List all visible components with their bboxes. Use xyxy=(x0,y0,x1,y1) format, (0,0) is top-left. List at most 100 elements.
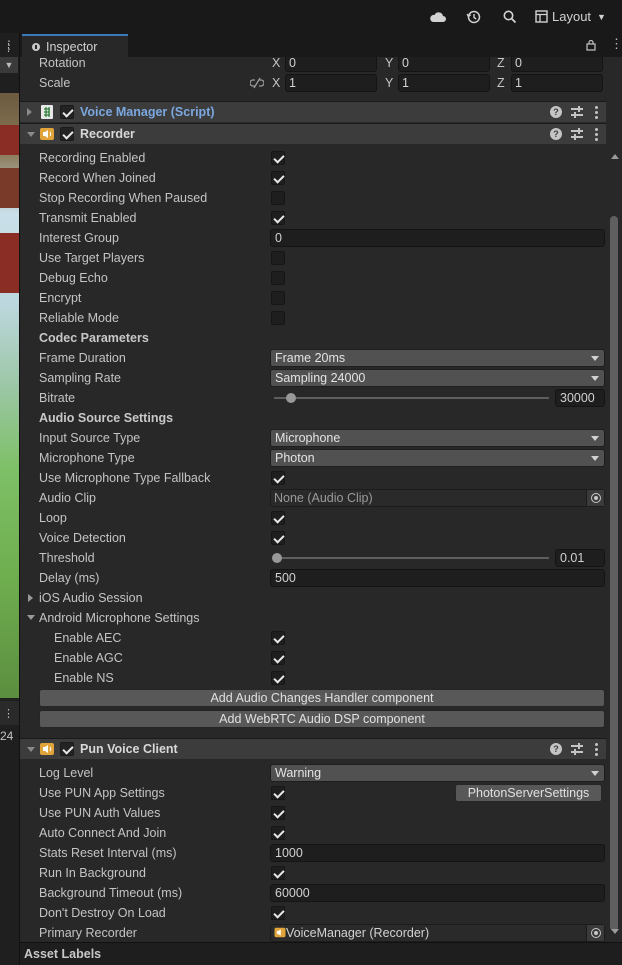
component-header-recorder[interactable]: Recorder ? xyxy=(20,123,606,144)
presets-icon[interactable] xyxy=(571,106,583,118)
photon-server-settings-button[interactable]: PhotonServerSettings xyxy=(455,784,602,802)
lock-icon[interactable] xyxy=(586,39,596,51)
inspector-scrollbar[interactable] xyxy=(608,154,620,937)
encrypt-checkbox[interactable] xyxy=(271,291,285,305)
scale-z-field[interactable]: 1 xyxy=(511,74,603,92)
link-icon[interactable] xyxy=(250,77,264,89)
asset-labels-bar[interactable]: Asset Labels xyxy=(20,942,622,965)
tab-menu-icon[interactable]: ⋮ xyxy=(610,37,622,51)
property-label: Enable AEC xyxy=(54,631,122,645)
stop-recording-when-paused-checkbox[interactable] xyxy=(271,191,285,205)
bitrate-field[interactable]: 30000 xyxy=(555,389,605,407)
frame-duration-dropdown[interactable]: Frame 20ms xyxy=(270,349,605,367)
microphone-type-dropdown[interactable]: Photon xyxy=(270,449,605,467)
chevron-down-icon[interactable]: ▼ xyxy=(0,57,18,73)
component-enabled-checkbox[interactable] xyxy=(60,127,74,141)
axis-y-label: Y xyxy=(385,76,394,90)
background-timeout-field[interactable]: 60000 xyxy=(270,884,605,902)
object-picker-icon[interactable] xyxy=(586,490,604,506)
help-icon[interactable]: ? xyxy=(550,106,562,118)
threshold-slider-track[interactable] xyxy=(274,557,549,559)
rotation-z-field[interactable]: 0 xyxy=(511,57,603,72)
reliable-mode-checkbox[interactable] xyxy=(271,311,285,325)
presets-icon[interactable] xyxy=(571,743,583,755)
component-menu-icon[interactable] xyxy=(593,126,599,141)
chevron-down-icon xyxy=(591,436,599,441)
dont-destroy-on-load-row: Don't Destroy On Load xyxy=(20,903,606,923)
use-pun-auth-values-checkbox[interactable] xyxy=(271,806,285,820)
foldout-arrow-icon[interactable] xyxy=(27,615,35,620)
presets-icon[interactable] xyxy=(571,128,583,140)
scrollbar-thumb[interactable] xyxy=(610,216,618,931)
chevron-down-icon: ▼ xyxy=(597,11,606,22)
add-webrtc-audio-dsp-button[interactable]: Add WebRTC Audio DSP component xyxy=(39,710,605,728)
component-menu-icon[interactable] xyxy=(593,104,599,119)
stats-reset-interval-field[interactable]: 1000 xyxy=(270,844,605,862)
auto-connect-and-join-checkbox[interactable] xyxy=(271,826,285,840)
run-in-background-checkbox[interactable] xyxy=(271,866,285,880)
object-picker-icon[interactable] xyxy=(586,925,604,941)
scroll-up-arrow-icon[interactable] xyxy=(611,154,619,159)
dont-destroy-on-load-checkbox[interactable] xyxy=(271,906,285,920)
foldout-arrow-icon[interactable] xyxy=(27,747,35,752)
debug-echo-checkbox[interactable] xyxy=(271,271,285,285)
enable-agc-checkbox[interactable] xyxy=(271,651,285,665)
component-enabled-checkbox[interactable] xyxy=(60,105,74,119)
search-icon[interactable] xyxy=(501,9,519,25)
use-target-players-row: Use Target Players xyxy=(20,248,606,268)
add-audio-changes-handler-button[interactable]: Add Audio Changes Handler component xyxy=(39,689,605,707)
bitrate-slider-track[interactable] xyxy=(274,397,549,399)
transmit-enabled-checkbox[interactable] xyxy=(271,211,285,225)
unity-editor-window: Layout ▼ ⋮ ▼ ⋮ 24 ⋮ Inspector ⋮ Rotation… xyxy=(0,0,622,965)
help-icon[interactable]: ? xyxy=(550,128,562,140)
primary-recorder-object-field[interactable]: VoiceManager (Recorder) xyxy=(270,924,605,942)
threshold-slider-handle[interactable] xyxy=(271,553,282,563)
audio-clip-object-field[interactable]: None (Audio Clip) xyxy=(270,489,605,507)
android-mic-settings-foldout[interactable]: Android Microphone Settings xyxy=(20,608,606,628)
enable-ns-checkbox[interactable] xyxy=(271,671,285,685)
background-timeout-row: Background Timeout (ms) 60000 xyxy=(20,883,606,903)
loop-checkbox[interactable] xyxy=(271,511,285,525)
panel-menu-icon[interactable]: ⋮ xyxy=(3,38,15,52)
record-when-joined-checkbox[interactable] xyxy=(271,171,285,185)
sampling-rate-dropdown[interactable]: Sampling 24000 xyxy=(270,369,605,387)
scroll-down-arrow-icon[interactable] xyxy=(611,929,619,934)
input-source-type-dropdown[interactable]: Microphone xyxy=(270,429,605,447)
voice-detection-checkbox[interactable] xyxy=(271,531,285,545)
cloud-icon[interactable] xyxy=(429,9,447,25)
foldout-arrow-icon[interactable] xyxy=(27,132,35,137)
use-mic-fallback-checkbox[interactable] xyxy=(271,471,285,485)
layout-dropdown[interactable]: Layout ▼ xyxy=(535,8,606,25)
property-label: Debug Echo xyxy=(39,271,108,285)
rotation-y-field[interactable]: 0 xyxy=(398,57,490,72)
tab-inspector-label: Inspector xyxy=(46,39,98,54)
component-header-pun-voice-client[interactable]: Pun Voice Client ? xyxy=(20,738,606,759)
foldout-arrow-icon[interactable] xyxy=(28,594,33,602)
threshold-field[interactable]: 0.01 xyxy=(555,549,605,567)
property-label: Record When Joined xyxy=(39,171,156,185)
use-pun-app-settings-checkbox[interactable] xyxy=(271,786,285,800)
enable-aec-checkbox[interactable] xyxy=(271,631,285,645)
run-in-background-row: Run In Background xyxy=(20,863,606,883)
log-level-dropdown[interactable]: Warning xyxy=(270,764,605,782)
component-menu-icon[interactable] xyxy=(593,741,599,756)
panel-menu-icon[interactable]: ⋮ xyxy=(3,707,14,720)
tab-inspector[interactable]: Inspector xyxy=(22,34,128,57)
foldout-arrow-icon[interactable] xyxy=(27,108,32,116)
rotation-x-field[interactable]: 0 xyxy=(285,57,377,72)
component-header-voice-manager[interactable]: Voice Manager (Script) ? xyxy=(20,101,606,122)
history-icon[interactable] xyxy=(465,9,483,25)
ios-audio-session-foldout[interactable]: iOS Audio Session xyxy=(20,588,606,608)
threshold-row: Threshold 0.01 xyxy=(20,548,606,568)
recording-enabled-checkbox[interactable] xyxy=(271,151,285,165)
scale-x-field[interactable]: 1 xyxy=(285,74,377,92)
help-icon[interactable]: ? xyxy=(550,743,562,755)
component-enabled-checkbox[interactable] xyxy=(60,742,74,756)
delay-field[interactable]: 500 xyxy=(270,569,605,587)
bitrate-slider-handle[interactable] xyxy=(285,393,296,403)
interest-group-field[interactable]: 0 xyxy=(270,229,605,247)
scale-y-field[interactable]: 1 xyxy=(398,74,490,92)
property-label: Enable AGC xyxy=(54,651,123,665)
object-field-value: VoiceManager (Recorder) xyxy=(286,926,430,940)
use-target-players-checkbox[interactable] xyxy=(271,251,285,265)
